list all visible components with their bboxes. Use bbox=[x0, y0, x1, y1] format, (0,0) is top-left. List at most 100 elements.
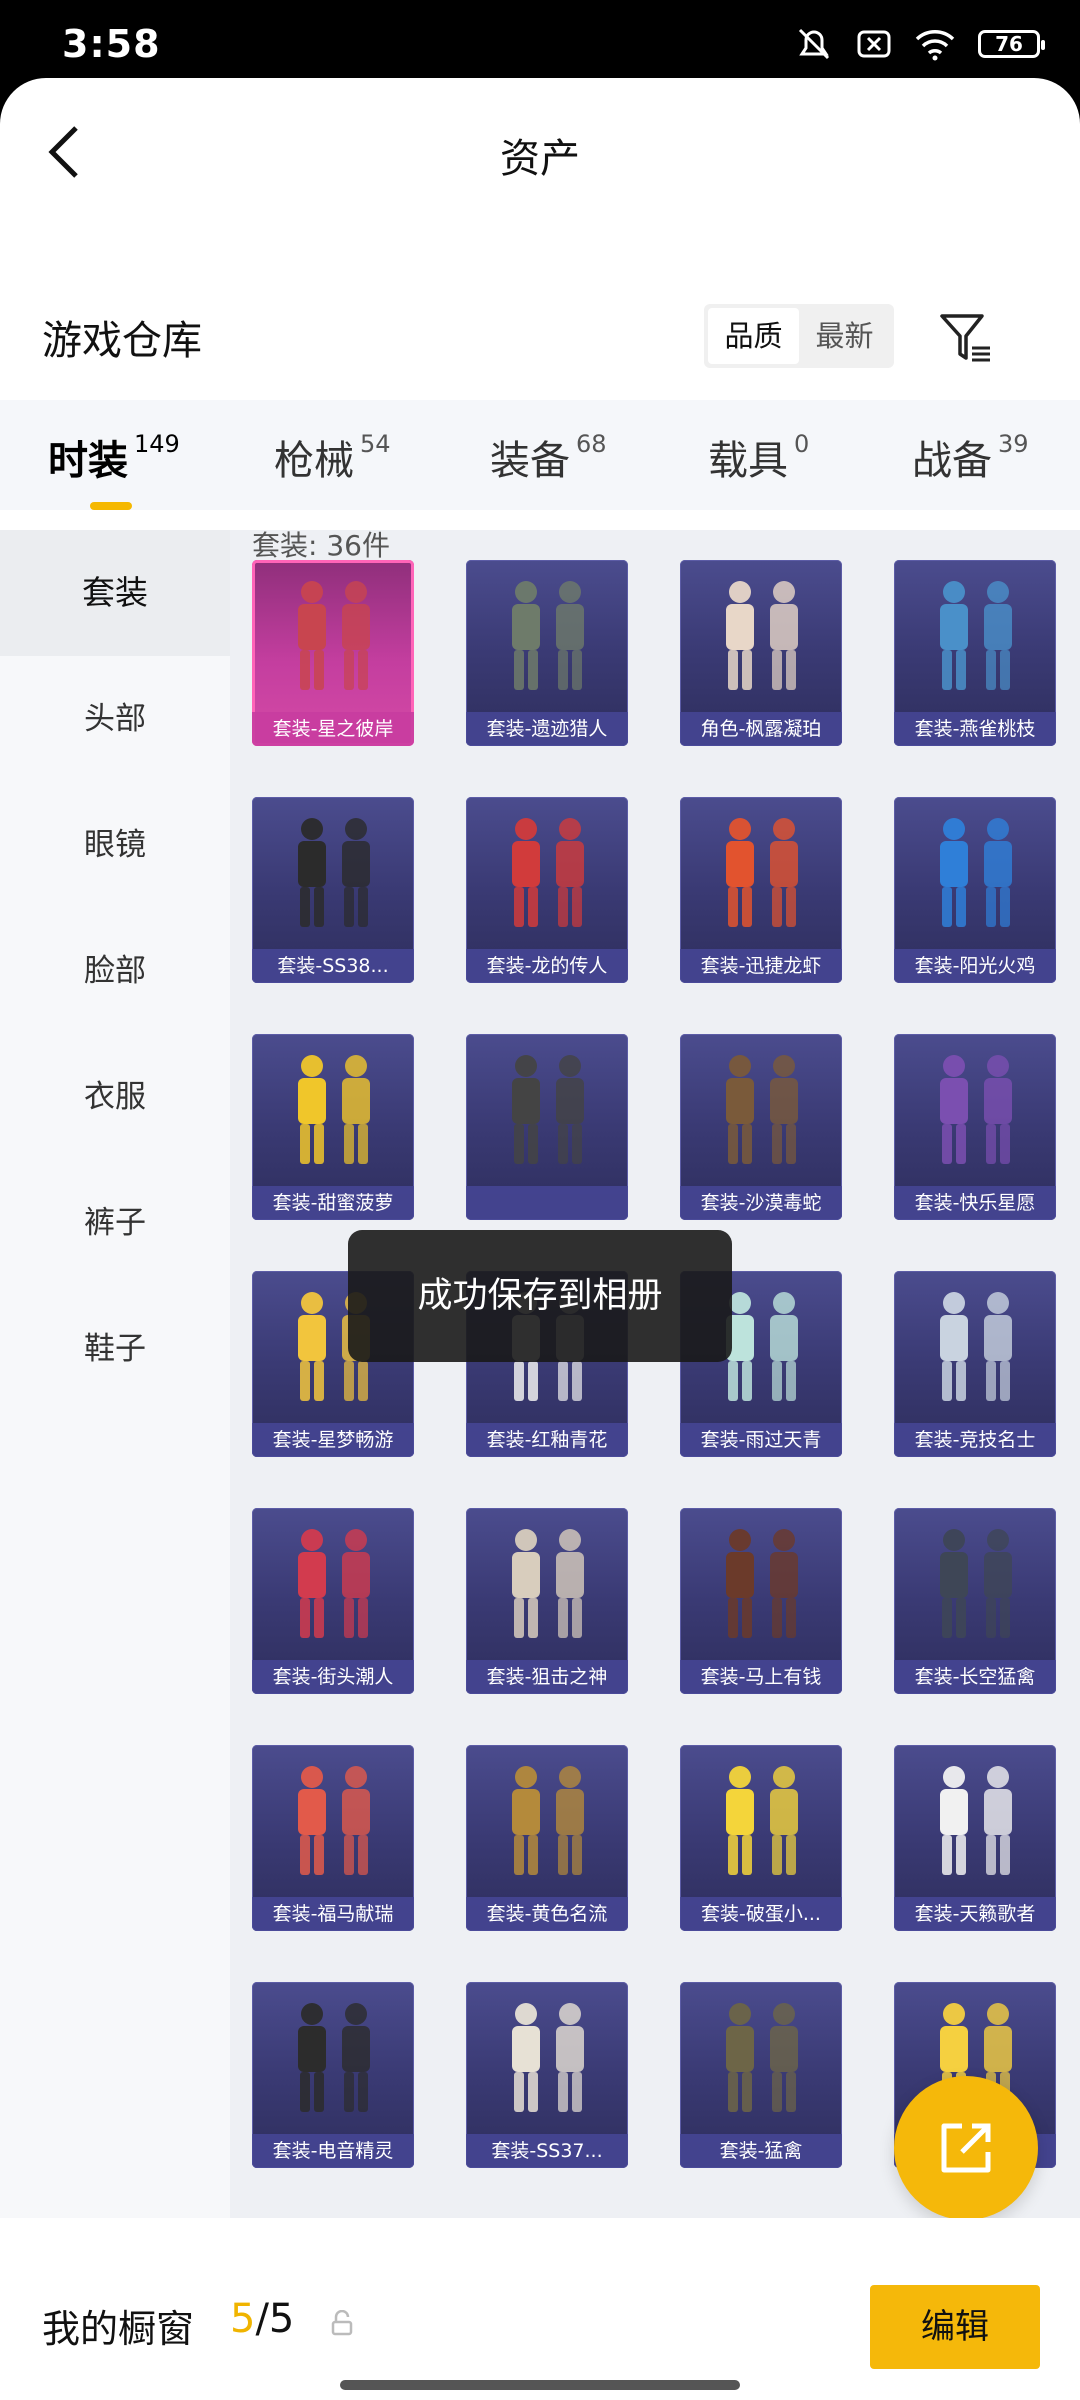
outfit-figure-icon bbox=[940, 1766, 1012, 1875]
outfit-card-label: 角色-枫露凝珀 bbox=[680, 712, 842, 746]
outfit-figure-icon bbox=[726, 581, 798, 690]
outfit-card[interactable]: 套装-福马献瑞 bbox=[252, 1745, 414, 1931]
outfit-card-label: 套装-遗迹猎人 bbox=[466, 712, 628, 746]
outfit-card[interactable]: 套装-SS37... bbox=[466, 1982, 628, 2168]
outfit-card[interactable]: 套装-燕雀桃枝 bbox=[894, 560, 1056, 746]
outfit-figure-icon bbox=[298, 2003, 370, 2112]
outfit-figure-icon bbox=[298, 1055, 370, 1164]
tab-label: 载具 bbox=[708, 438, 788, 484]
outfit-card[interactable]: 套装-猛禽 bbox=[680, 1982, 842, 2168]
outfit-figure-icon bbox=[940, 1292, 1012, 1401]
tab-count: 0 bbox=[794, 430, 810, 458]
tab-count: 68 bbox=[576, 430, 607, 458]
outfit-card-label: 套装-天籁歌者 bbox=[894, 1897, 1056, 1931]
tab-count: 39 bbox=[998, 430, 1029, 458]
sidebar-item-pants[interactable]: 裤子 bbox=[0, 1160, 230, 1286]
sort-latest-option[interactable]: 最新 bbox=[799, 308, 890, 364]
outfit-card-label: 套装-迅捷龙虾 bbox=[680, 949, 842, 983]
tab-label: 枪械 bbox=[274, 438, 354, 484]
outfit-figure-icon bbox=[298, 1766, 370, 1875]
edit-button[interactable]: 编辑 bbox=[870, 2285, 1040, 2369]
outfit-card-label: 套装-竞技名士 bbox=[894, 1423, 1056, 1457]
warehouse-title: 游戏仓库 bbox=[42, 318, 202, 364]
tab-fashion[interactable]: 时装 149 bbox=[48, 428, 180, 510]
outfit-card[interactable]: 套装-快乐星愿 bbox=[894, 1034, 1056, 1220]
subcategory-sidebar: 套装 头部 眼镜 脸部 衣服 裤子 鞋子 bbox=[0, 530, 230, 2220]
outfit-card-label: 套装-SS38... bbox=[252, 949, 414, 983]
toast-message: 成功保存到相册 bbox=[348, 1230, 732, 1362]
outfit-card[interactable] bbox=[466, 1034, 628, 1220]
outfit-figure-icon bbox=[940, 1529, 1012, 1638]
outfit-figure-icon bbox=[726, 1529, 798, 1638]
assets-screen: 资产 游戏仓库 品质 最新 时装 149 枪械 54 装备 68 载具 0 战备 bbox=[0, 78, 1080, 2400]
outfit-card[interactable]: 套装-竞技名士 bbox=[894, 1271, 1056, 1457]
battery-level: 76 bbox=[995, 32, 1023, 56]
outfit-card-label: 套装-甜蜜菠萝 bbox=[252, 1186, 414, 1220]
outfit-figure-icon bbox=[512, 1766, 584, 1875]
outfit-card[interactable]: 套装-黄色名流 bbox=[466, 1745, 628, 1931]
status-bar: 3:58 76 bbox=[0, 0, 1080, 78]
item-count-label: 套装: 36件 bbox=[252, 530, 390, 562]
outfit-figure-icon bbox=[726, 818, 798, 927]
outfit-card-label: 套装-猛禽 bbox=[680, 2134, 842, 2168]
outfit-card[interactable]: 套装-长空猛禽 bbox=[894, 1508, 1056, 1694]
outfit-card[interactable]: 套装-迅捷龙虾 bbox=[680, 797, 842, 983]
tab-label: 战备 bbox=[912, 438, 992, 484]
outfit-card-label: 套装-龙的传人 bbox=[466, 949, 628, 983]
outfit-card[interactable]: 套装-甜蜜菠萝 bbox=[252, 1034, 414, 1220]
outfit-card-label: 套装-破蛋小... bbox=[680, 1897, 842, 1931]
home-indicator bbox=[340, 2380, 740, 2390]
tab-supplies[interactable]: 战备 39 bbox=[912, 428, 1029, 486]
sidebar-item-shoes[interactable]: 鞋子 bbox=[0, 1286, 230, 1412]
outfit-card[interactable]: 角色-枫露凝珀 bbox=[680, 560, 842, 746]
outfit-card-label: 套装-街头潮人 bbox=[252, 1660, 414, 1694]
outfit-card[interactable]: 套装-电音精灵 bbox=[252, 1982, 414, 2168]
outfit-card[interactable]: 套装-遗迹猎人 bbox=[466, 560, 628, 746]
outfit-card[interactable]: 套装-阳光火鸡 bbox=[894, 797, 1056, 983]
outfit-card-label: 套装-燕雀桃枝 bbox=[894, 712, 1056, 746]
outfit-figure-icon bbox=[298, 581, 370, 690]
outfit-figure-icon bbox=[512, 1529, 584, 1638]
filter-icon[interactable] bbox=[938, 310, 994, 366]
outfit-card[interactable]: 套装-破蛋小... bbox=[680, 1745, 842, 1931]
outfit-card-label: 套装-长空猛禽 bbox=[894, 1660, 1056, 1694]
outfit-card[interactable]: 套装-沙漠毒蛇 bbox=[680, 1034, 842, 1220]
outfit-card-label: 套装-福马献瑞 bbox=[252, 1897, 414, 1931]
showcase-bar: 我的橱窗 5/5 编辑 bbox=[0, 2218, 1080, 2400]
outfit-card-label: 套装-快乐星愿 bbox=[894, 1186, 1056, 1220]
outfit-card[interactable]: 套装-天籁歌者 bbox=[894, 1745, 1056, 1931]
status-time: 3:58 bbox=[62, 22, 161, 66]
outfit-card[interactable]: 套装-星之彼岸 bbox=[252, 560, 414, 746]
outfit-card[interactable]: 套装-SS38... bbox=[252, 797, 414, 983]
item-grid-panel: 套装: 36件 套装-星之彼岸 套装-遗迹猎人 角色-枫露凝珀 套装-燕雀桃枝套装-S… bbox=[230, 530, 1080, 2220]
outfit-figure-icon bbox=[298, 1529, 370, 1638]
mute-icon bbox=[798, 28, 830, 60]
outfit-figure-icon bbox=[512, 2003, 584, 2112]
outfit-figure-icon bbox=[726, 2003, 798, 2112]
outfit-card-label: 套装-SS37... bbox=[466, 2134, 628, 2168]
outfit-card-label: 套装-红釉青花 bbox=[466, 1423, 628, 1457]
outfit-card-label: 套装-狙击之神 bbox=[466, 1660, 628, 1694]
outfit-figure-icon bbox=[512, 818, 584, 927]
tab-equipment[interactable]: 装备 68 bbox=[490, 428, 607, 486]
outfit-card-label: 套装-沙漠毒蛇 bbox=[680, 1186, 842, 1220]
outfit-card-label bbox=[466, 1186, 628, 1220]
outfit-card[interactable]: 套装-龙的传人 bbox=[466, 797, 628, 983]
sidebar-item-head[interactable]: 头部 bbox=[0, 656, 230, 782]
outfit-figure-icon bbox=[512, 1055, 584, 1164]
outfit-card[interactable]: 套装-马上有钱 bbox=[680, 1508, 842, 1694]
outfit-card[interactable]: 套装-狙击之神 bbox=[466, 1508, 628, 1694]
sidebar-item-suit[interactable]: 套装 bbox=[0, 530, 230, 656]
sidebar-item-clothes[interactable]: 衣服 bbox=[0, 1034, 230, 1160]
tab-vehicles[interactable]: 载具 0 bbox=[708, 428, 809, 486]
sidebar-item-glasses[interactable]: 眼镜 bbox=[0, 782, 230, 908]
outfit-card-label: 套装-星之彼岸 bbox=[252, 712, 414, 746]
sort-quality-option[interactable]: 品质 bbox=[708, 308, 799, 364]
share-button[interactable] bbox=[894, 2076, 1038, 2220]
outfit-figure-icon bbox=[726, 1766, 798, 1875]
outfit-figure-icon bbox=[298, 818, 370, 927]
outfit-card[interactable]: 套装-街头潮人 bbox=[252, 1508, 414, 1694]
tab-guns[interactable]: 枪械 54 bbox=[274, 428, 391, 486]
sidebar-item-face[interactable]: 脸部 bbox=[0, 908, 230, 1034]
outfit-card-label: 套装-星梦畅游 bbox=[252, 1423, 414, 1457]
